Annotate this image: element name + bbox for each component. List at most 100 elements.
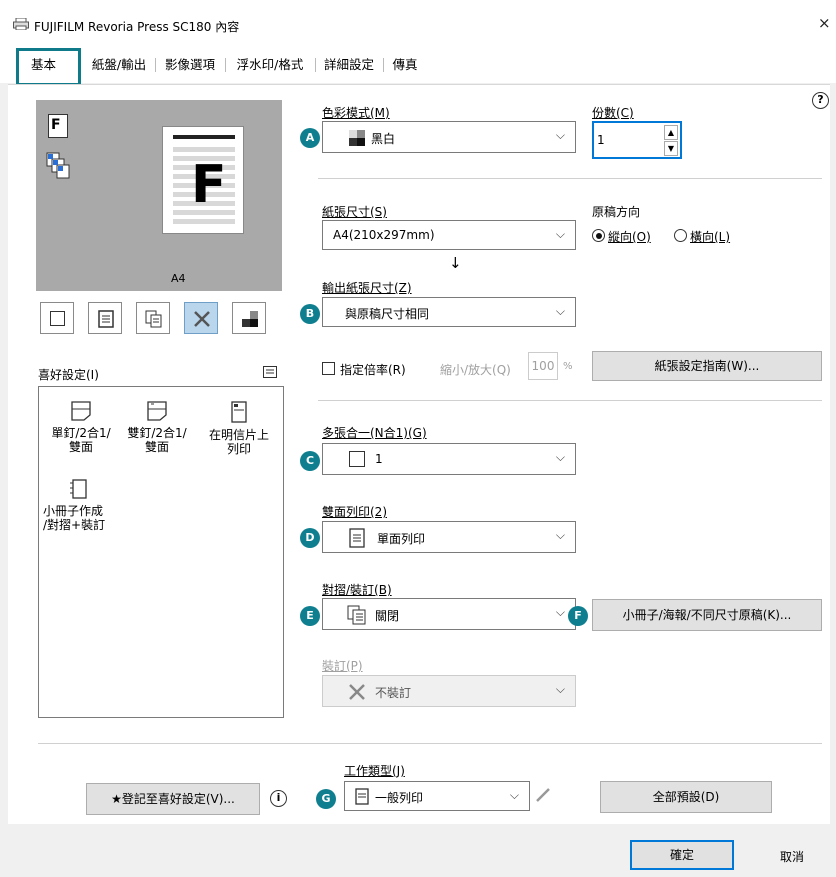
divider	[318, 400, 822, 401]
chevron-down-icon: ⌵	[555, 304, 565, 318]
badge-a: A	[300, 128, 320, 148]
booklet-poster-button[interactable]: 小冊子/海報/不同尺寸原稿(K)...	[592, 599, 822, 631]
view-paper-button[interactable]	[40, 302, 74, 334]
favorite-staple-2up-duplex[interactable]: 單釘/2合1/ 雙面	[41, 401, 121, 454]
window-title: FUJIFILM Revoria Press SC180 內容	[34, 20, 240, 34]
staple-icon	[349, 684, 365, 700]
spin-up-icon[interactable]: ▲	[664, 125, 678, 140]
portrait-radio[interactable]	[592, 229, 605, 242]
grayscale-icon	[242, 311, 258, 327]
preview-paper-size: A4	[171, 272, 186, 285]
divider	[318, 178, 822, 179]
badge-g: G	[316, 789, 336, 809]
chevron-down-icon: ⌵	[555, 227, 565, 241]
scale-unit: %	[563, 361, 573, 372]
view-duplex-button[interactable]	[88, 302, 122, 334]
orientation-label: 原稿方向	[592, 205, 641, 219]
favorite-postcard[interactable]: 在明信片上 列印	[197, 401, 281, 456]
print-preview: F F A4	[36, 100, 282, 291]
arrow-down-icon: ↓	[449, 254, 462, 272]
paper-size-select[interactable]: A4(210x297mm) ⌵	[322, 220, 576, 250]
copies-input[interactable]: 1 ▲ ▼	[592, 121, 682, 159]
color-mode-label: 色彩模式(M)	[322, 106, 390, 120]
booklet-icon	[70, 479, 87, 499]
preview-page: F	[162, 126, 244, 234]
tab-divider	[383, 58, 384, 72]
tab-fax[interactable]: 傳真	[385, 52, 425, 78]
job-type-label: 工作類型(J)	[344, 764, 405, 778]
register-favorite-button[interactable]: ★登記至喜好設定(V)...	[86, 783, 260, 815]
spin-down-icon[interactable]: ▼	[664, 141, 678, 156]
landscape-radio[interactable]	[674, 229, 687, 242]
favorite-double-staple-2up-duplex[interactable]: 雙釘/2合1/ 雙面	[117, 401, 197, 454]
duplex-select[interactable]: 單面列印 ⌵	[322, 521, 576, 553]
staple-label: 裝訂(P)	[322, 659, 363, 673]
grayscale-icon	[349, 130, 365, 146]
badge-e: E	[300, 606, 320, 626]
output-size-label: 輸出紙張尺寸(Z)	[322, 281, 412, 295]
view-staple-button[interactable]	[184, 302, 218, 334]
orientation-icon: F	[48, 114, 68, 138]
tab-paper-output[interactable]: 紙盤/輸出	[85, 52, 153, 78]
paper-size-label: 紙張尺寸(S)	[322, 205, 387, 219]
tab-advanced[interactable]: 詳細設定	[317, 52, 381, 78]
duplex-label: 雙面列印(2)	[322, 505, 387, 519]
nup-select[interactable]: 1 ⌵	[322, 443, 576, 475]
collate-icon	[46, 152, 70, 179]
scale-checkbox[interactable]	[322, 362, 335, 375]
color-mode-select[interactable]: 黑白 ⌵	[322, 121, 576, 153]
chevron-down-icon: ⌵	[555, 528, 565, 542]
fold-select[interactable]: 關閉 ⌵	[322, 598, 576, 630]
tab-image-options[interactable]: 影像選項	[157, 52, 223, 78]
close-icon[interactable]: ×	[818, 14, 831, 32]
tab-watermark-format[interactable]: 浮水印/格式	[227, 52, 313, 78]
copies-icon	[145, 310, 162, 328]
badge-c: C	[300, 451, 320, 471]
chevron-down-icon: ⌵	[555, 128, 565, 142]
ok-button[interactable]: 確定	[630, 840, 734, 870]
preview-letter: F	[191, 155, 227, 215]
view-nup-button[interactable]	[136, 302, 170, 334]
document-icon	[349, 528, 365, 548]
scale-checkbox-label[interactable]: 指定倍率(R)	[340, 361, 406, 378]
tab-divider	[315, 58, 316, 72]
postcard-icon	[231, 401, 247, 423]
landscape-label[interactable]: 橫向(L)	[690, 228, 730, 245]
cancel-button[interactable]: 取消	[780, 848, 804, 865]
info-icon[interactable]: i	[270, 790, 287, 807]
printer-icon	[13, 18, 29, 30]
staple-select[interactable]: 不裝訂 ⌵	[322, 675, 576, 707]
tab-basic[interactable]: 基本	[16, 48, 81, 86]
view-color-button[interactable]	[232, 302, 266, 334]
job-type-select[interactable]: 一般列印 ⌵	[344, 781, 530, 811]
badge-b: B	[300, 304, 320, 324]
divider	[38, 743, 822, 744]
badge-f: F	[568, 606, 588, 626]
tab-divider	[155, 58, 156, 72]
portrait-label[interactable]: 縱向(O)	[608, 228, 651, 245]
scale-label: 縮小/放大(Q)	[440, 363, 511, 377]
favorites-list: 單釘/2合1/ 雙面 雙釘/2合1/ 雙面 在明信片上 列印 小冊子作成 /對摺…	[38, 386, 284, 718]
tab-divider	[225, 58, 226, 72]
nup-label: 多張合一(N合1)(G)	[322, 426, 427, 440]
paper-guide-button[interactable]: 紙張設定指南(W)...	[592, 351, 822, 381]
fold-label: 對摺/裝訂(B)	[322, 583, 392, 597]
favorite-doc-icon	[147, 401, 167, 421]
star-icon: ★	[111, 792, 122, 806]
document-icon	[98, 310, 114, 328]
chevron-down-icon: ⌵	[509, 788, 519, 802]
favorite-booklet[interactable]: 小冊子作成 /對摺+裝訂	[43, 479, 123, 532]
chevron-down-icon: ⌵	[555, 605, 565, 619]
favorite-doc-icon	[71, 401, 91, 421]
copies-icon	[347, 605, 366, 625]
favorites-label: 喜好設定(I)	[38, 368, 99, 382]
page-icon	[349, 451, 365, 467]
list-icon[interactable]	[263, 366, 277, 378]
help-icon[interactable]: ?	[812, 92, 829, 109]
scale-input[interactable]: 100	[528, 352, 558, 380]
output-size-select[interactable]: 與原稿尺寸相同 ⌵	[322, 297, 576, 327]
badge-d: D	[300, 528, 320, 548]
reset-all-button[interactable]: 全部預設(D)	[600, 781, 772, 813]
chevron-down-icon: ⌵	[555, 450, 565, 464]
edit-pencil-icon[interactable]	[534, 786, 552, 804]
